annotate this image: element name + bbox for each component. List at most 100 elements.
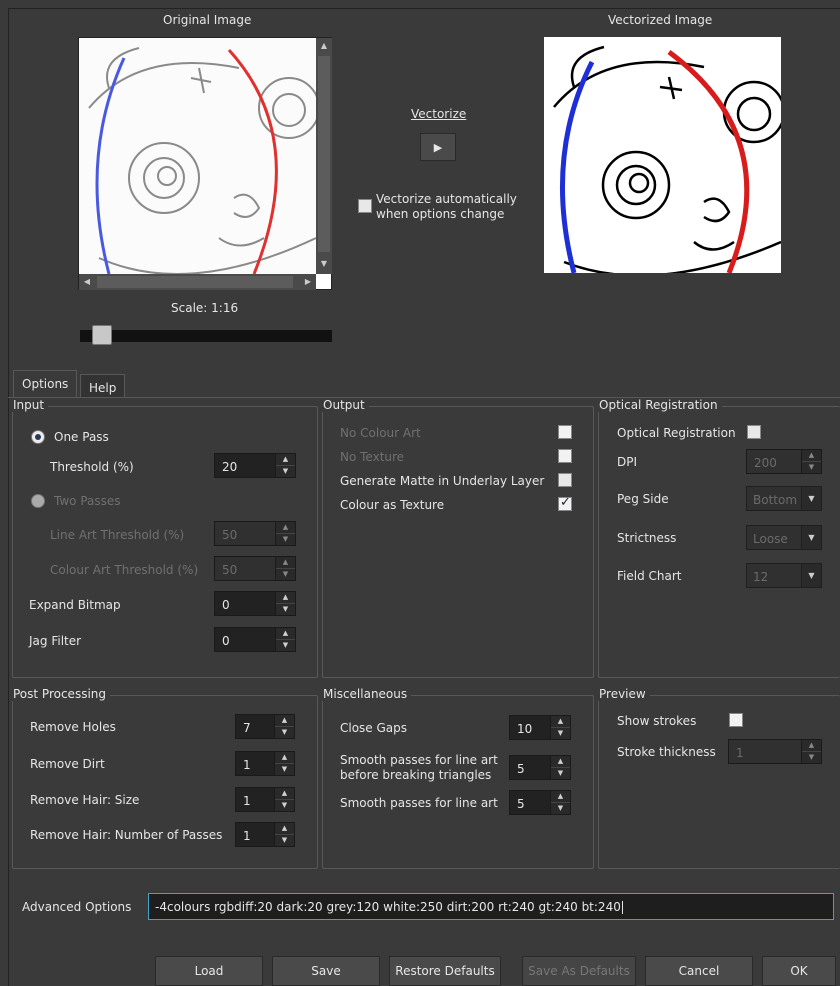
smooth-passes-up-arrow-icon[interactable]: ▲ <box>551 791 570 802</box>
smooth-passes-down-arrow-icon[interactable]: ▼ <box>551 802 570 814</box>
expand-bitmap-up-arrow-icon[interactable]: ▲ <box>276 592 295 603</box>
strictness-label: Strictness <box>617 531 677 545</box>
no-texture-checkbox[interactable] <box>558 449 572 463</box>
line-art-threshold-spinbox[interactable]: 50 ▲ ▼ <box>214 521 296 546</box>
remove-dirt-value[interactable]: 1 <box>235 751 275 776</box>
jag-filter-spinbox[interactable]: 0 ▲ ▼ <box>214 627 296 652</box>
scroll-right-arrow-icon[interactable]: ▶ <box>300 274 316 290</box>
jag-filter-up-arrow-icon[interactable]: ▲ <box>276 628 295 639</box>
field-chart-dropdown-arrow-icon[interactable]: ▼ <box>801 564 821 587</box>
peg-side-dropdown-arrow-icon[interactable]: ▼ <box>801 487 821 510</box>
no-colour-art-checkbox[interactable] <box>558 425 572 439</box>
remove-holes-down-arrow-icon[interactable]: ▼ <box>275 726 294 738</box>
vectorize-auto-label-line2: when options change <box>376 207 505 221</box>
vectorize-auto-checkbox[interactable] <box>358 199 372 213</box>
stroke-thickness-up-arrow-icon[interactable]: ▲ <box>802 740 821 751</box>
tab-help[interactable]: Help <box>80 374 126 398</box>
vertical-scrollbar[interactable]: ▲ ▼ <box>316 38 332 274</box>
peg-side-label: Peg Side <box>617 492 669 506</box>
dpi-spinbox[interactable]: 200 ▲ ▼ <box>746 449 822 474</box>
threshold-down-arrow-icon[interactable]: ▼ <box>276 465 295 477</box>
stroke-thickness-spinbox[interactable]: 1 ▲ ▼ <box>728 739 822 764</box>
jag-filter-down-arrow-icon[interactable]: ▼ <box>276 639 295 651</box>
scroll-down-arrow-icon[interactable]: ▼ <box>316 256 332 272</box>
generate-matte-checkbox[interactable] <box>558 473 572 487</box>
vertical-scroll-thumb[interactable] <box>318 56 330 252</box>
scroll-up-arrow-icon[interactable]: ▲ <box>316 38 332 54</box>
load-button[interactable]: Load <box>155 956 263 986</box>
advanced-options-label: Advanced Options <box>22 900 132 914</box>
expand-bitmap-spinbox[interactable]: 0 ▲ ▼ <box>214 591 296 616</box>
remove-dirt-spinbox[interactable]: 1 ▲ ▼ <box>235 751 295 776</box>
dpi-up-arrow-icon[interactable]: ▲ <box>802 450 821 461</box>
jag-filter-value[interactable]: 0 <box>214 627 276 652</box>
colour-art-threshold-value[interactable]: 50 <box>214 556 276 581</box>
optical-registration-checkbox[interactable] <box>747 425 761 439</box>
remove-hair-size-down-arrow-icon[interactable]: ▼ <box>275 799 294 811</box>
save-button[interactable]: Save <box>272 956 380 986</box>
scale-slider-track[interactable] <box>80 330 332 342</box>
expand-bitmap-value[interactable]: 0 <box>214 591 276 616</box>
tab-options[interactable]: Options <box>13 370 78 398</box>
line-art-up-arrow-icon[interactable]: ▲ <box>276 522 295 533</box>
remove-hair-passes-value[interactable]: 1 <box>235 822 275 847</box>
strictness-value[interactable]: Loose <box>747 526 801 549</box>
remove-hair-passes-spinbox[interactable]: 1 ▲ ▼ <box>235 822 295 847</box>
colour-as-texture-checkbox[interactable] <box>558 495 572 511</box>
cancel-button[interactable]: Cancel <box>645 956 753 986</box>
remove-hair-size-label: Remove Hair: Size <box>30 793 140 807</box>
line-art-threshold-value[interactable]: 50 <box>214 521 276 546</box>
one-pass-radio[interactable] <box>31 430 45 444</box>
two-passes-radio[interactable] <box>31 494 45 508</box>
threshold-up-arrow-icon[interactable]: ▲ <box>276 454 295 465</box>
remove-holes-spinbox[interactable]: 7 ▲ ▼ <box>235 714 295 739</box>
field-chart-select[interactable]: 12 ▼ <box>746 563 822 588</box>
remove-dirt-up-arrow-icon[interactable]: ▲ <box>275 752 294 763</box>
vectorize-play-button[interactable]: ▶ <box>420 133 456 161</box>
peg-side-select[interactable]: Bottom ▼ <box>746 486 822 511</box>
smooth-breaking-down-arrow-icon[interactable]: ▼ <box>551 767 570 779</box>
horizontal-scrollbar[interactable]: ◀ ▶ <box>79 274 316 290</box>
ok-button[interactable]: OK <box>762 956 836 986</box>
threshold-spinbox[interactable]: 20 ▲ ▼ <box>214 453 296 478</box>
remove-hair-size-value[interactable]: 1 <box>235 787 275 812</box>
save-as-defaults-button[interactable]: Save As Defaults <box>522 956 636 986</box>
remove-hair-passes-up-arrow-icon[interactable]: ▲ <box>275 823 294 834</box>
close-gaps-spinbox[interactable]: 10 ▲ ▼ <box>509 715 571 740</box>
horizontal-scroll-thumb[interactable] <box>97 276 293 288</box>
colour-art-up-arrow-icon[interactable]: ▲ <box>276 557 295 568</box>
original-image-viewport[interactable]: ▲ ▼ ◀ ▶ <box>78 37 332 290</box>
remove-hair-size-up-arrow-icon[interactable]: ▲ <box>275 788 294 799</box>
remove-holes-value[interactable]: 7 <box>235 714 275 739</box>
field-chart-value[interactable]: 12 <box>747 564 801 587</box>
show-strokes-checkbox[interactable] <box>729 713 743 727</box>
scroll-left-arrow-icon[interactable]: ◀ <box>79 274 95 290</box>
smooth-breaking-up-arrow-icon[interactable]: ▲ <box>551 756 570 767</box>
remove-hair-size-spinbox[interactable]: 1 ▲ ▼ <box>235 787 295 812</box>
close-gaps-down-arrow-icon[interactable]: ▼ <box>551 727 570 739</box>
stroke-thickness-value[interactable]: 1 <box>728 739 802 764</box>
expand-bitmap-down-arrow-icon[interactable]: ▼ <box>276 603 295 615</box>
colour-art-down-arrow-icon[interactable]: ▼ <box>276 568 295 580</box>
threshold-value[interactable]: 20 <box>214 453 276 478</box>
remove-hair-passes-down-arrow-icon[interactable]: ▼ <box>275 834 294 846</box>
stroke-thickness-down-arrow-icon[interactable]: ▼ <box>802 751 821 763</box>
smooth-breaking-value[interactable]: 5 <box>509 755 551 780</box>
smooth-passes-value[interactable]: 5 <box>509 790 551 815</box>
dpi-down-arrow-icon[interactable]: ▼ <box>802 461 821 473</box>
colour-art-threshold-spinbox[interactable]: 50 ▲ ▼ <box>214 556 296 581</box>
smooth-passes-spinbox[interactable]: 5 ▲ ▼ <box>509 790 571 815</box>
scale-slider-thumb[interactable] <box>91 325 112 345</box>
strictness-dropdown-arrow-icon[interactable]: ▼ <box>801 526 821 549</box>
smooth-breaking-spinbox[interactable]: 5 ▲ ▼ <box>509 755 571 780</box>
line-art-down-arrow-icon[interactable]: ▼ <box>276 533 295 545</box>
restore-defaults-button[interactable]: Restore Defaults <box>389 956 501 986</box>
remove-dirt-down-arrow-icon[interactable]: ▼ <box>275 763 294 775</box>
close-gaps-value[interactable]: 10 <box>509 715 551 740</box>
dpi-value[interactable]: 200 <box>746 449 802 474</box>
close-gaps-up-arrow-icon[interactable]: ▲ <box>551 716 570 727</box>
peg-side-value[interactable]: Bottom <box>747 487 801 510</box>
remove-holes-up-arrow-icon[interactable]: ▲ <box>275 715 294 726</box>
strictness-select[interactable]: Loose ▼ <box>746 525 822 550</box>
advanced-options-input[interactable]: -4colours rgbdiff:20 dark:20 grey:120 wh… <box>148 893 834 920</box>
